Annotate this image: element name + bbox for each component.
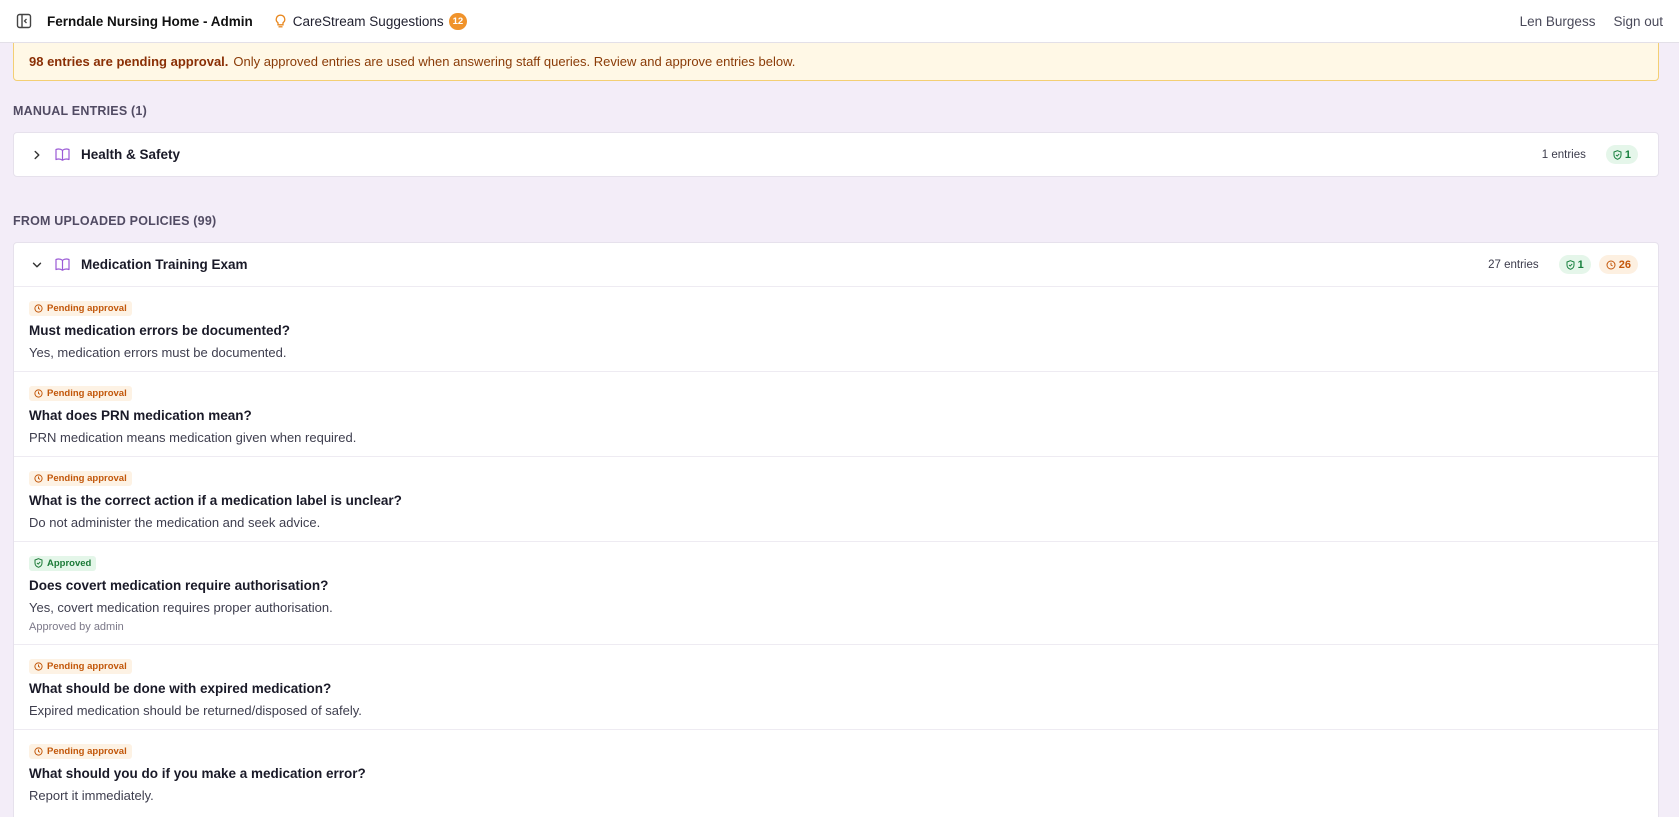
entry-answer: Report it immediately.: [29, 788, 154, 803]
pending-approval-banner: 98 entries are pending approval. Only ap…: [13, 38, 1659, 81]
sidebar-toggle-icon[interactable]: [16, 13, 32, 29]
list-item[interactable]: Pending approval Must medication errors …: [14, 286, 1658, 371]
shield-check-icon: [1613, 149, 1622, 160]
entry-answer: Expired medication should be returned/di…: [29, 703, 362, 718]
clock-icon: [34, 389, 43, 398]
status-badge: Approved: [29, 555, 97, 571]
approved-by-text: Approved by admin: [29, 621, 124, 633]
category-header[interactable]: Health & Safety 1 entries 1: [14, 133, 1658, 176]
list-item[interactable]: Pending approval What is the correct act…: [14, 456, 1658, 541]
entries-count: 1 entries: [1541, 148, 1586, 161]
uploaded-policies-heading: FROM UPLOADED POLICIES (99): [13, 214, 217, 228]
entry-answer: PRN medication means medication given wh…: [29, 430, 357, 445]
top-bar: Ferndale Nursing Home - Admin CareStream…: [0, 0, 1679, 43]
list-item[interactable]: Pending approval What does PRN medicatio…: [14, 371, 1658, 456]
banner-strong-text: 98 entries are pending approval.: [29, 54, 229, 69]
suggestions-label: CareStream Suggestions: [292, 13, 444, 29]
user-name: Len Burgess: [1519, 13, 1596, 29]
entries-count: 27 entries: [1488, 258, 1539, 271]
chevron-down-icon: [30, 258, 44, 272]
entry-question: What is the correct action if a medicati…: [29, 493, 402, 508]
status-badge: Pending approval: [29, 471, 132, 486]
pending-count-pill: 26: [1598, 255, 1638, 274]
approved-count-pill: 1: [1605, 145, 1638, 164]
manual-entries-heading: MANUAL ENTRIES (1): [13, 104, 147, 118]
book-icon: [54, 257, 70, 273]
entry-question: Must medication errors be documented?: [29, 323, 291, 338]
category-card-medication-training: Medication Training Exam 27 entries 1 26…: [13, 242, 1659, 817]
entry-question: What should be done with expired medicat…: [29, 681, 332, 696]
shield-check-icon: [1566, 259, 1575, 270]
category-title: Medication Training Exam: [81, 257, 248, 272]
suggestions-link[interactable]: CareStream Suggestions 12: [274, 12, 468, 30]
sign-out-link[interactable]: Sign out: [1613, 14, 1663, 29]
list-item[interactable]: Approved Does covert medication require …: [14, 541, 1658, 644]
book-icon: [54, 147, 70, 163]
clock-icon: [34, 304, 43, 313]
clock-icon: [34, 662, 43, 671]
app-title: Ferndale Nursing Home - Admin: [47, 13, 253, 29]
clock-icon: [1606, 260, 1616, 269]
list-item[interactable]: Pending approval What should you do if y…: [14, 729, 1658, 814]
status-badge: Pending approval: [29, 301, 132, 316]
suggestions-count-badge: 12: [448, 12, 468, 30]
category-header[interactable]: Medication Training Exam 27 entries 1 26: [14, 243, 1658, 286]
list-item[interactable]: Pending approval What should be done wit…: [14, 644, 1658, 729]
entry-answer: Do not administer the medication and see…: [29, 515, 321, 530]
entry-question: What should you do if you make a medicat…: [29, 766, 366, 781]
status-badge: Pending approval: [29, 744, 132, 759]
category-title: Health & Safety: [81, 147, 181, 162]
status-badge: Pending approval: [29, 659, 132, 674]
banner-text: Only approved entries are used when answ…: [233, 54, 796, 69]
entry-question: What does PRN medication mean?: [29, 408, 252, 423]
clock-icon: [34, 747, 43, 756]
category-card-health-safety: Health & Safety 1 entries 1: [13, 132, 1659, 177]
status-badge: Pending approval: [29, 386, 132, 401]
lightbulb-icon: [275, 14, 286, 27]
approved-count-pill: 1: [1558, 255, 1591, 274]
chevron-right-icon: [30, 148, 44, 162]
entry-answer: Yes, medication errors must be documente…: [29, 345, 287, 360]
entry-answer: Yes, covert medication requires proper a…: [29, 600, 333, 615]
clock-icon: [34, 474, 43, 483]
entry-question: Does covert medication require authorisa…: [29, 578, 329, 593]
shield-check-icon: [34, 558, 43, 568]
